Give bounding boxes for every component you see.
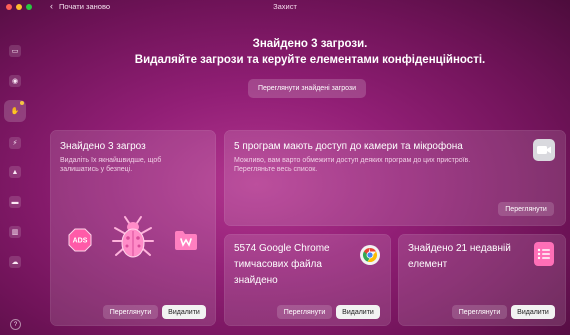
recent-review-button[interactable]: Переглянути bbox=[452, 305, 507, 319]
cloud-icon[interactable]: ☁ bbox=[9, 256, 21, 268]
chrome-title-3: знайдено bbox=[234, 275, 278, 286]
ads-label: ADS bbox=[73, 238, 88, 245]
recent-title-1: Знайдено 21 недавній bbox=[408, 243, 511, 254]
threats-desc-2: залишатись у безпеці. bbox=[60, 166, 133, 173]
folder-icon[interactable]: ▬ bbox=[9, 196, 21, 208]
chrome-icon bbox=[360, 245, 380, 265]
threats-remove-button[interactable]: Видалити bbox=[162, 305, 206, 319]
database-icon[interactable]: ◉ bbox=[9, 75, 21, 87]
recent-remove-button[interactable]: Видалити bbox=[511, 305, 555, 319]
window-title: Захист bbox=[273, 2, 297, 11]
hero-subtitle: Видаляйте загрози та керуйте елементами … bbox=[134, 54, 486, 66]
threats-review-button[interactable]: Переглянути bbox=[103, 305, 158, 319]
recent-items-card: Знайдено 21 недавній елемент Переглянути… bbox=[398, 234, 566, 326]
video-camera-icon bbox=[533, 139, 555, 161]
rocket-icon[interactable]: ▲ bbox=[9, 166, 21, 178]
chrome-title-2: тимчасових файла bbox=[234, 259, 322, 270]
hero-title: Знайдено 3 загрози. bbox=[252, 38, 368, 50]
bug-icon bbox=[112, 216, 154, 258]
review-threats-button[interactable]: Переглянути знайдені загрози bbox=[248, 79, 366, 98]
help-icon[interactable]: ? bbox=[10, 319, 21, 330]
recent-list-icon bbox=[534, 242, 554, 266]
camera-review-button[interactable]: Переглянути bbox=[498, 202, 554, 216]
ads-stop-sign-icon: ADS bbox=[68, 228, 92, 252]
monitor-icon[interactable]: ▭ bbox=[9, 45, 21, 57]
bolt-icon[interactable]: ⚡ bbox=[9, 137, 21, 149]
camera-title: 5 програм мають доступ до камери та мікр… bbox=[234, 141, 463, 152]
chrome-title-1: 5574 Google Chrome bbox=[234, 243, 330, 254]
folder-icon bbox=[175, 231, 197, 250]
title-bar: ‹ Почати заново Захист bbox=[0, 0, 570, 14]
recent-title-2: елемент bbox=[408, 259, 448, 270]
trash-icon[interactable]: ▥ bbox=[9, 226, 21, 238]
threats-title: Знайдено 3 загроз bbox=[60, 141, 146, 152]
camera-access-card: 5 програм мають доступ до камери та мікр… bbox=[224, 130, 566, 226]
camera-desc-2: Перегляньте весь список. bbox=[234, 166, 318, 173]
chrome-remove-button[interactable]: Видалити bbox=[336, 305, 380, 319]
notification-dot bbox=[20, 101, 24, 105]
chrome-review-button[interactable]: Переглянути bbox=[277, 305, 332, 319]
chrome-temp-files-card: 5574 Google Chrome тимчасових файла знай… bbox=[224, 234, 391, 326]
